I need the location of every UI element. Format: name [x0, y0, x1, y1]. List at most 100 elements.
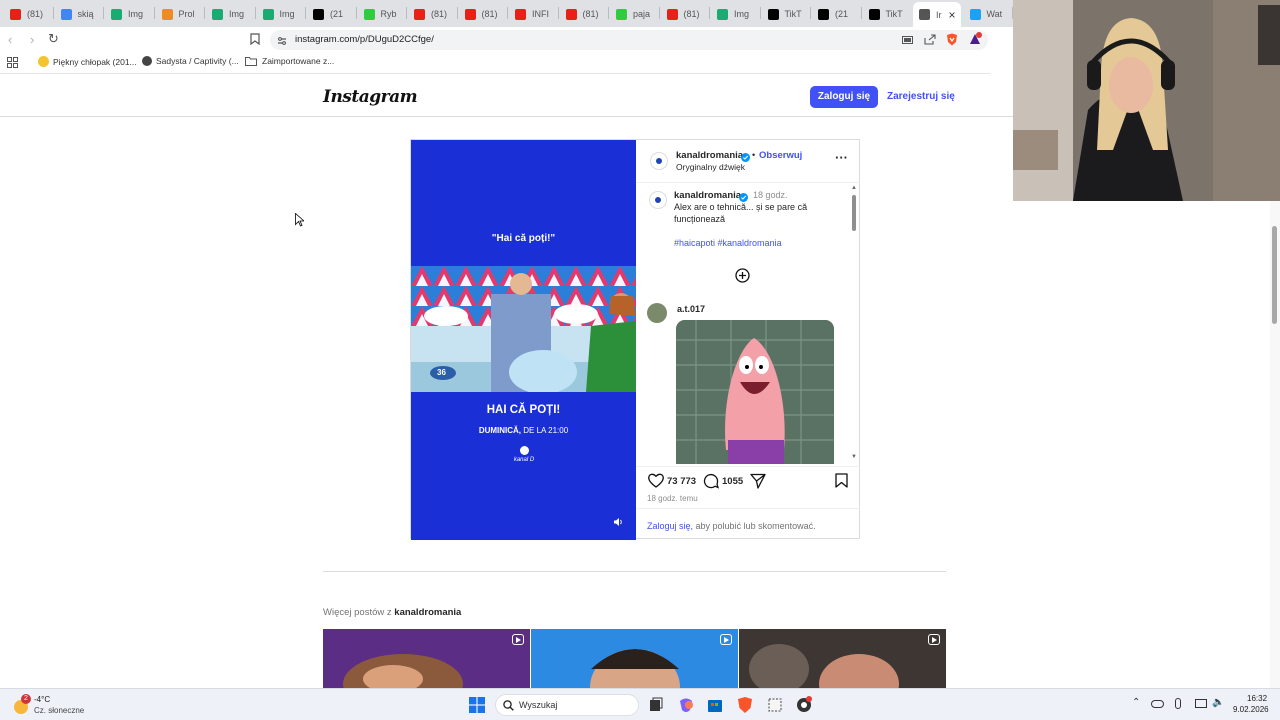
scroll-thumb[interactable]	[852, 195, 856, 231]
browser-tab[interactable]: (21	[812, 3, 861, 25]
close-tab-icon[interactable]: ×	[949, 8, 956, 22]
browser-tab[interactable]: TikT	[762, 3, 811, 25]
browser-tab[interactable]: paja	[610, 3, 659, 25]
scroll-up-icon[interactable]: ▲	[851, 185, 857, 191]
more-posts-heading: Więcej postów z kanaldromania	[323, 607, 461, 618]
post-username[interactable]: kanaldromania	[676, 150, 743, 161]
browser-tab[interactable]: Ir ×	[913, 2, 961, 27]
url-text[interactable]: instagram.com/p/DUguD2CCfge/	[295, 34, 434, 45]
browser-tab[interactable]: (81)	[4, 3, 53, 25]
browser-tab[interactable]: Img	[257, 3, 306, 25]
caption-avatar[interactable]	[649, 191, 667, 209]
like-count[interactable]: 73 773	[667, 476, 696, 487]
reload-icon[interactable]: ↻	[48, 31, 59, 47]
browser-tab[interactable]: (21	[307, 3, 356, 25]
comments-scrollbar[interactable]: ▲ ▼	[850, 185, 858, 463]
browser-tab[interactable]: Wat	[964, 3, 1013, 25]
bookmark-item-2[interactable]: Sadysta / Captivity (...	[142, 56, 239, 66]
browser-tab[interactable]: Prol	[156, 3, 205, 25]
mute-icon[interactable]	[613, 516, 623, 530]
more-posts-user[interactable]: kanaldromania	[394, 607, 461, 618]
brave-browser-icon[interactable]	[735, 695, 755, 715]
back-icon[interactable]: ‹	[8, 32, 12, 47]
browser-tab[interactable]: (81)	[661, 3, 710, 25]
instagram-logo[interactable]: Instagram	[323, 87, 418, 107]
browser-tab[interactable]: (81)	[459, 3, 508, 25]
tab-separator	[759, 7, 761, 19]
browser-tab[interactable]: skią	[55, 3, 104, 25]
comments-area[interactable]: kanaldromania 18 godz. Alex are o tehnic…	[636, 183, 860, 464]
post-thumbnail-3[interactable]	[739, 629, 946, 688]
browser-tab-label: (21	[835, 9, 849, 19]
volume-icon[interactable]: 🔈	[1212, 697, 1224, 708]
audio-label[interactable]: Oryginalny dźwięk	[676, 162, 745, 172]
post-thumbnail-1[interactable]	[323, 629, 530, 688]
browser-tab[interactable]: Img	[206, 3, 255, 25]
browser-tab[interactable]: Ryb	[358, 3, 407, 25]
tab-separator	[406, 7, 407, 19]
obs-icon[interactable]	[794, 695, 814, 715]
more-options-icon[interactable]: ···	[835, 150, 848, 165]
avatar-dot	[655, 197, 661, 203]
post-card: "Hai că poți!" 36 HAI CĂ POȚI! DUMINICĂ,…	[410, 139, 860, 540]
caption-username[interactable]: kanaldromania	[674, 190, 741, 201]
comment-gif-image[interactable]	[676, 320, 834, 464]
display-icon[interactable]	[1195, 699, 1207, 708]
apps-grid-icon[interactable]	[7, 57, 18, 71]
page-scroll-thumb[interactable]	[1272, 226, 1277, 324]
browser-tab[interactable]: TikT	[863, 3, 912, 25]
dot-separator: •	[752, 150, 756, 160]
signup-link[interactable]: Zarejestruj się	[887, 91, 955, 102]
weather-widget[interactable]: 2 -4°C Cz. słoneczne	[10, 692, 120, 718]
scroll-down-icon[interactable]: ▼	[851, 454, 857, 460]
post-time: 18 godz. temu	[647, 494, 698, 503]
snipping-tool-icon[interactable]	[765, 695, 785, 715]
avatar[interactable]	[650, 152, 668, 170]
follow-link[interactable]: Obserwuj	[759, 150, 802, 161]
microphone-icon[interactable]	[1175, 698, 1181, 709]
taskbar-search[interactable]: Wyszukaj	[495, 694, 639, 716]
address-bar[interactable]: instagram.com/p/DUguD2CCfge/	[270, 30, 988, 50]
video-player[interactable]: "Hai că poți!" 36 HAI CĂ POȚI! DUMINICĂ,…	[411, 140, 636, 540]
browser-tab[interactable]: INFI	[509, 3, 558, 25]
like-icon[interactable]	[648, 473, 664, 491]
store-icon[interactable]	[705, 695, 725, 715]
copilot-icon[interactable]	[676, 695, 696, 715]
browser-tab[interactable]: Img	[711, 3, 760, 25]
bookmark-item-1[interactable]: Piękny chłopak (201...	[38, 56, 137, 67]
onedrive-icon[interactable]	[1151, 700, 1164, 708]
windows-start-icon[interactable]	[469, 697, 485, 716]
clock-date[interactable]: 9.02.2026	[1233, 705, 1269, 714]
site-settings-icon[interactable]	[277, 35, 287, 49]
login-button-label: Zaloguj się	[817, 91, 871, 102]
share-icon[interactable]	[750, 473, 766, 492]
comment-avatar[interactable]	[647, 303, 667, 323]
page-scrollbar[interactable]	[1270, 201, 1280, 688]
load-more-comments-icon[interactable]	[735, 268, 750, 286]
brave-rewards-icon[interactable]	[968, 32, 982, 49]
login-prompt-link[interactable]: Zaloguj się,	[647, 521, 693, 531]
tiktok-icon	[868, 8, 880, 20]
post-thumbnail-2[interactable]	[531, 629, 738, 688]
comment-username[interactable]: a.t.017	[677, 304, 705, 314]
comment-icon[interactable]	[703, 473, 720, 492]
bookmark-item-3[interactable]: Zaimportowane z...	[245, 56, 334, 66]
youtube-icon	[565, 8, 577, 20]
task-view-icon[interactable]	[646, 695, 666, 715]
tray-chevron-icon[interactable]: ⌃	[1132, 697, 1140, 708]
browser-tab[interactable]: (81)	[408, 3, 457, 25]
brave-shield-icon[interactable]	[946, 33, 958, 49]
cast-icon[interactable]	[902, 35, 913, 49]
hashtags[interactable]: #haicapoti #kanaldromania	[674, 238, 782, 248]
browser-tab[interactable]: Img	[105, 3, 154, 25]
login-button[interactable]: Zaloguj się	[810, 86, 878, 108]
browser-tab[interactable]: (81)	[560, 3, 609, 25]
clock-time[interactable]: 16:32	[1247, 694, 1267, 703]
save-icon[interactable]	[835, 473, 848, 491]
browser-tab-label: INFI	[532, 9, 549, 19]
forward-icon[interactable]: ›	[30, 32, 34, 47]
bookmark-label: Sadysta / Captivity (...	[156, 56, 239, 66]
bookmark-page-icon[interactable]	[250, 33, 260, 48]
comment-count[interactable]: 1055	[722, 476, 743, 487]
share-icon[interactable]	[924, 34, 936, 48]
